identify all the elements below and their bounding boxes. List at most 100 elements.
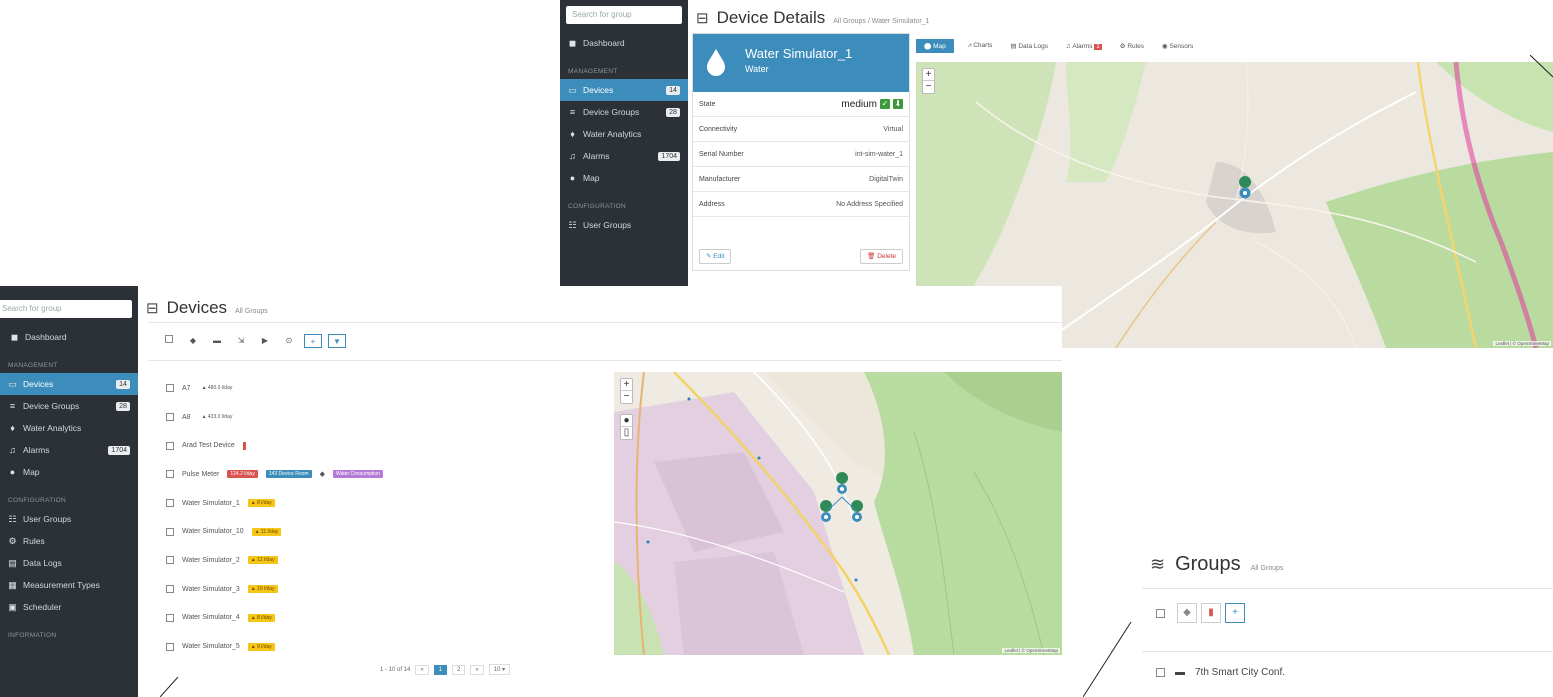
row-checkbox[interactable] [1156,668,1165,677]
sidebar-item-data-logs[interactable]: ▤ Data Logs [0,552,138,574]
list-item[interactable]: Water Simulator_3 ▲ 10 l/day [166,575,606,604]
search-input[interactable]: Search for group [566,6,682,24]
breadcrumb[interactable]: All Groups [235,308,268,315]
count-badge: 1704 [108,445,130,455]
play-icon[interactable]: ▶ [256,334,274,348]
row-checkbox[interactable] [166,470,174,479]
row-checkbox[interactable] [166,441,174,450]
trash-icon[interactable]: ▯ [621,427,632,439]
locate-icon[interactable]: ● [621,415,632,427]
filter-icon[interactable]: ▼ [328,334,346,348]
tab-rules[interactable]: ⚙ Rules [1116,39,1148,53]
sidebar-item-label: Devices [583,85,614,95]
sidebar-item-label: Alarms [23,445,50,455]
list-item[interactable]: A8 ▲ 433.0 l/day [166,403,606,432]
tag-text: 433.0 l/day [207,414,233,421]
refresh-icon[interactable]: ⊙ [280,334,298,348]
row-checkbox[interactable] [166,613,174,622]
tab-label: Sensors [1169,43,1194,50]
sidebar-item-alarms[interactable]: ♫ Alarms 1704 [560,145,688,167]
page-1-button[interactable]: 1 [433,664,448,675]
prev-page-button[interactable]: « [415,664,429,675]
zoom-in-button[interactable]: + [923,69,934,81]
check-icon[interactable]: ✓ [880,99,890,109]
tab-sensors[interactable]: ◉ Sensors [1158,39,1197,53]
delete-button[interactable]: 🗑 Delete [860,249,903,264]
tag-text: 480.0 l/day [207,385,233,392]
list-item[interactable]: Water Simulator_4 ▲ 8 l/day [166,604,606,633]
sidebar-item-map[interactable]: ● Map [560,167,688,189]
zoom-in-button[interactable]: + [621,379,632,391]
row-checkbox[interactable] [166,527,174,536]
per-page-select[interactable]: 10 ▾ [488,664,511,675]
sidebar-item-map[interactable]: ● Map [0,461,138,483]
consumption-tag: ▲ 480.0 l/day [201,385,233,392]
sidebar-item-dashboard[interactable]: ◼ Dashboard [560,32,688,54]
row-checkbox[interactable] [166,384,174,393]
sidebar-item-alarms[interactable]: ♫ Alarms 1704 [0,439,138,461]
connectivity-row: Connectivity Virtual [693,117,909,142]
sidebar-item-dashboard[interactable]: ◼ Dashboard [0,326,138,348]
next-page-button[interactable]: » [470,664,484,675]
download-icon[interactable]: ⬇ [893,99,903,109]
row-value: No Address Specified [836,200,903,208]
list-item[interactable]: ▬ 7th Smart City Conf. [1156,667,1285,678]
device-icon: ▭ [568,84,577,95]
select-all-checkbox[interactable] [1156,608,1165,618]
list-item[interactable]: Water Simulator_10 ▲ 11 l/day [166,517,606,546]
groups-window: ≋ Groups All Groups ◆ ▮ + ▬ 7th Smart Ci… [1142,541,1553,697]
sidebar-item-label: Data Logs [23,558,62,568]
tag-icon[interactable]: ◆ [184,334,202,348]
sidebar-item-device-groups[interactable]: ≡ Device Groups 28 [560,101,688,123]
page-2-button[interactable]: 2 [452,664,466,675]
row-checkbox[interactable] [166,642,174,651]
list-item[interactable]: Water Simulator_2 ▲ 12 l/day [166,546,606,575]
list-item[interactable]: Water Simulator_1 ▲ 8 l/day [166,489,606,518]
breadcrumb[interactable]: All Groups [1251,565,1284,572]
tab-data-logs[interactable]: ▤ Data Logs [1006,39,1052,53]
sidebar-item-label: Dashboard [583,38,625,48]
list-item[interactable]: Pulse Meter 124.2 l/day 143 Device Room ◆ Wa… [166,460,606,489]
zoom-out-button[interactable]: − [923,81,934,93]
devices-map[interactable]: + − ● ▯ Leaflet | © OpenStreetMap [614,372,1062,655]
marker-icon: ⬤ [924,43,934,50]
sidebar-item-label: Map [23,467,40,477]
trash-icon[interactable]: ▮ [1201,603,1221,623]
export-icon[interactable]: ⇲ [232,334,250,348]
sidebar-item-water-analytics[interactable]: ♦ Water Analytics [560,123,688,145]
sidebar-item-user-groups[interactable]: ☷ User Groups [0,508,138,530]
sidebar-item-water-analytics[interactable]: ♦ Water Analytics [0,417,138,439]
sidebar-item-devices[interactable]: ▭ Devices 14 [560,79,688,101]
device-name: Water Simulator_4 [182,614,240,622]
edit-label: Edit [713,253,725,260]
edit-button[interactable]: ✎ Edit [699,249,732,264]
sidebar-item-device-groups[interactable]: ≡ Device Groups 28 [0,395,138,417]
tag-icon: ◆ [319,471,325,479]
row-checkbox[interactable] [166,585,174,594]
drop-icon: ♦ [10,423,15,433]
sidebar-item-rules[interactable]: ⚙ Rules [0,530,138,552]
row-checkbox[interactable] [166,556,174,565]
list-item[interactable]: A7 ▲ 480.0 l/day [166,374,606,403]
connector-line [160,677,179,697]
tag-icon[interactable]: ◆ [1177,603,1197,623]
folder-icon[interactable]: ▬ [208,334,226,348]
select-all-checkbox[interactable] [160,334,178,348]
sidebar-item-user-groups[interactable]: ☷ User Groups [560,214,688,236]
list-item[interactable]: Arad Test Device [166,431,606,460]
sidebar-item-scheduler[interactable]: ▣ Scheduler [0,596,138,618]
row-checkbox[interactable] [166,499,174,508]
row-checkbox[interactable] [166,413,174,422]
zoom-out-button[interactable]: − [621,391,632,403]
search-input[interactable]: Search for group [0,300,132,318]
add-group-button[interactable]: + [1225,603,1245,623]
tab-alarms[interactable]: ♫ Alarms 1 [1062,40,1106,53]
tab-map[interactable]: ⬤ Map [916,39,954,53]
sidebar-item-measurement-types[interactable]: ▦ Measurement Types [0,574,138,596]
add-device-button[interactable]: + [304,334,322,348]
sidebar-item-devices[interactable]: ▭ Devices 14 [0,373,138,395]
list-item[interactable]: Water Simulator_5 ▲ 9 l/day [166,632,606,661]
breadcrumb[interactable]: All Groups / Water Simulator_1 [833,18,929,25]
tab-charts[interactable]: ⩘ Charts [964,39,997,53]
page-title: Groups [1175,553,1241,575]
